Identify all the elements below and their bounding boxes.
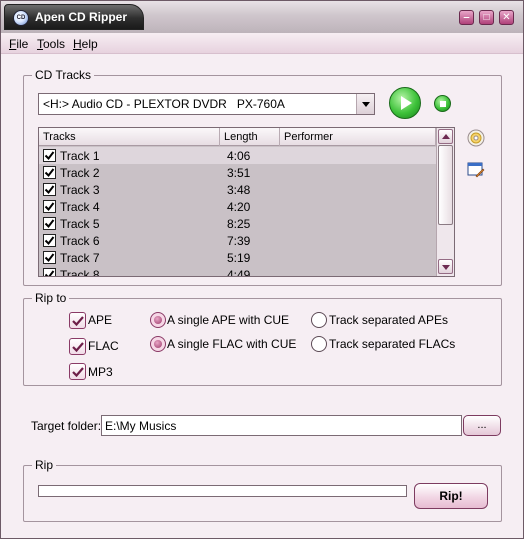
rip-to-legend: Rip to [32, 291, 70, 305]
separate-apes-radio[interactable] [311, 312, 327, 328]
close-button[interactable]: ✕ [499, 10, 514, 25]
separate-flacs-label: Track separated FLACs [329, 337, 456, 351]
cd-info-icon[interactable] [467, 129, 485, 147]
track-checkbox[interactable] [43, 149, 56, 162]
track-row[interactable]: Track 4 4:20 [39, 198, 436, 215]
window-title: Apen CD Ripper [35, 10, 128, 24]
track-checkbox[interactable] [43, 183, 56, 196]
browse-button[interactable]: ... [463, 415, 501, 436]
rip-button-label: Rip! [439, 489, 463, 503]
menu-tools[interactable]: Tools [37, 37, 65, 51]
flac-checkbox[interactable] [69, 338, 86, 355]
drive-select[interactable]: <H:> Audio CD - PLEXTOR DVDR PX-760A [38, 93, 375, 115]
single-ape-cue-radio[interactable] [150, 312, 166, 328]
scroll-up-icon[interactable] [438, 129, 453, 144]
single-flac-cue-radio[interactable] [150, 336, 166, 352]
target-folder-input[interactable]: E:\My Musics [101, 415, 462, 436]
track-name: Track 4 [60, 200, 100, 214]
track-row[interactable]: Track 1 4:06 [39, 147, 436, 164]
track-length: 3:48 [227, 183, 251, 197]
tracks-list[interactable]: Tracks Length Performer Track 1 4:06 Track… [38, 127, 455, 277]
track-length: 3:51 [227, 166, 251, 180]
track-row[interactable]: Track 7 5:19 [39, 249, 436, 266]
stop-button[interactable] [434, 95, 451, 112]
track-name: Track 7 [60, 251, 100, 265]
minimize-button[interactable]: ‒ [459, 10, 474, 25]
title-bar[interactable]: CD Apen CD Ripper ‒ □ ✕ [1, 1, 523, 33]
rip-legend: Rip [32, 458, 57, 472]
drive-select-value: <H:> Audio CD - PLEXTOR DVDR PX-760A [43, 97, 285, 111]
track-name: Track 8 [60, 268, 100, 277]
ape-label: APE [88, 313, 113, 327]
column-header-performer[interactable]: Performer [280, 128, 436, 146]
track-checkbox[interactable] [43, 217, 56, 230]
tracks-scrollbar[interactable] [436, 128, 454, 276]
track-name: Track 1 [60, 149, 100, 163]
column-header-tracks[interactable]: Tracks [39, 128, 220, 146]
track-row[interactable]: Track 2 3:51 [39, 164, 436, 181]
play-button[interactable] [389, 87, 421, 119]
menu-file[interactable]: File [9, 37, 28, 51]
target-folder-label: Target folder: [31, 419, 102, 433]
cd-app-icon: CD [13, 10, 29, 26]
app-window: CD Apen CD Ripper ‒ □ ✕ File Tools Help … [0, 0, 524, 539]
track-row[interactable]: Track 5 8:25 [39, 215, 436, 232]
edit-tags-icon[interactable] [467, 161, 485, 179]
track-length: 4:49 [227, 268, 251, 277]
track-length: 8:25 [227, 217, 251, 231]
separate-flacs-radio[interactable] [311, 336, 327, 352]
single-flac-cue-label: A single FLAC with CUE [167, 337, 297, 351]
track-checkbox[interactable] [43, 251, 56, 264]
minimize-icon: ‒ [463, 12, 470, 23]
maximize-icon: □ [483, 12, 490, 23]
separate-apes-label: Track separated APEs [329, 313, 448, 327]
track-length: 4:06 [227, 149, 251, 163]
track-row[interactable]: Track 8 4:49 [39, 266, 436, 277]
close-icon: ✕ [502, 12, 511, 23]
track-checkbox[interactable] [43, 234, 56, 247]
rip-button[interactable]: Rip! [414, 483, 488, 509]
scroll-down-icon[interactable] [438, 259, 453, 274]
rip-progress-bar [38, 485, 407, 497]
mp3-checkbox[interactable] [69, 363, 86, 380]
tracks-list-header: Tracks Length Performer [39, 128, 436, 146]
track-row[interactable]: Track 3 3:48 [39, 181, 436, 198]
single-ape-cue-label: A single APE with CUE [167, 313, 290, 327]
track-name: Track 2 [60, 166, 100, 180]
track-checkbox[interactable] [43, 268, 56, 276]
track-row[interactable]: Track 6 7:39 [39, 232, 436, 249]
track-name: Track 6 [60, 234, 100, 248]
track-rows: Track 1 4:06 Track 2 3:51 Track 3 3:48 Track 4… [39, 147, 436, 277]
cd-tracks-legend: CD Tracks [32, 68, 95, 82]
track-name: Track 5 [60, 217, 100, 231]
track-name: Track 3 [60, 183, 100, 197]
menu-bar: File Tools Help [1, 33, 523, 54]
track-checkbox[interactable] [43, 200, 56, 213]
ape-checkbox[interactable] [69, 312, 86, 329]
scroll-thumb[interactable] [438, 145, 453, 225]
title-tab: CD Apen CD Ripper [4, 4, 144, 30]
track-length: 7:39 [227, 234, 251, 248]
column-header-length[interactable]: Length [220, 128, 280, 146]
flac-label: FLAC [88, 339, 119, 353]
track-length: 5:19 [227, 251, 251, 265]
track-length: 4:20 [227, 200, 251, 214]
mp3-label: MP3 [88, 365, 113, 379]
target-folder-value: E:\My Musics [105, 419, 177, 433]
menu-help[interactable]: Help [73, 37, 98, 51]
track-checkbox[interactable] [43, 166, 56, 179]
maximize-button[interactable]: □ [479, 10, 494, 25]
chevron-down-icon[interactable] [356, 94, 374, 114]
